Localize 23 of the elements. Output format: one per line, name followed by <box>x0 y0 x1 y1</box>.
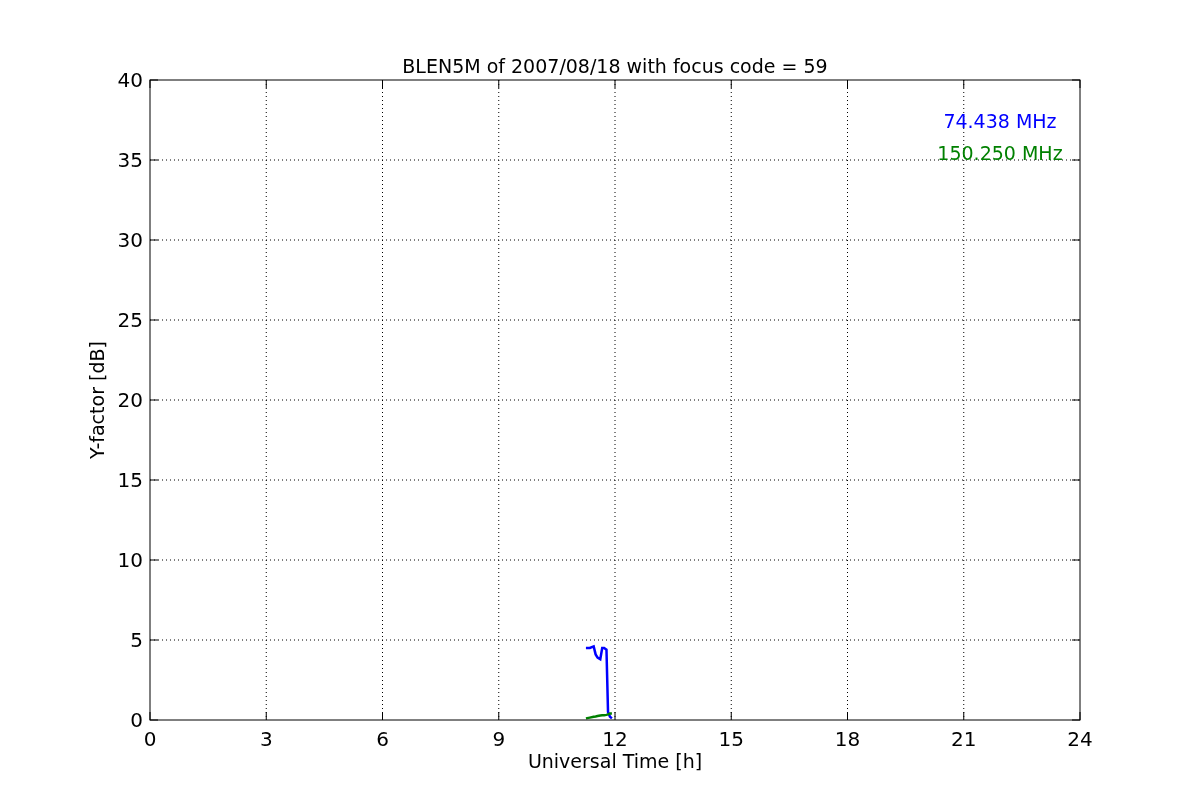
tick-label: 40 <box>117 68 143 92</box>
tick-label: 9 <box>492 727 506 751</box>
tick-label: 0 <box>130 708 143 732</box>
tick-label: 6 <box>376 727 389 751</box>
tick-label: 0 <box>143 727 157 751</box>
tick-label: 5 <box>130 628 143 652</box>
tick-label: 10 <box>117 548 143 572</box>
tick-label: 18 <box>834 727 861 751</box>
legend-label: 74.438 MHz <box>943 110 1057 132</box>
tick-label: 3 <box>259 727 273 751</box>
tick-label: 20 <box>117 388 143 412</box>
tick-label: 15 <box>718 727 744 751</box>
tick-label: 25 <box>117 308 143 332</box>
tick-label: 24 <box>1067 727 1093 751</box>
tick-label: 30 <box>117 228 143 252</box>
axis-label: Universal Time [h] <box>527 750 703 772</box>
tick-label: 21 <box>951 727 977 751</box>
tick-label: 12 <box>602 727 628 751</box>
legend-label: 150.250 MHz <box>937 142 1063 164</box>
chart-title: BLEN5M of 2007/08/18 with focus code = 59 <box>402 55 828 77</box>
axis-label: Y-factor [dB] <box>86 341 108 459</box>
tick-label: 35 <box>117 148 143 172</box>
tick-label: 15 <box>117 468 143 492</box>
